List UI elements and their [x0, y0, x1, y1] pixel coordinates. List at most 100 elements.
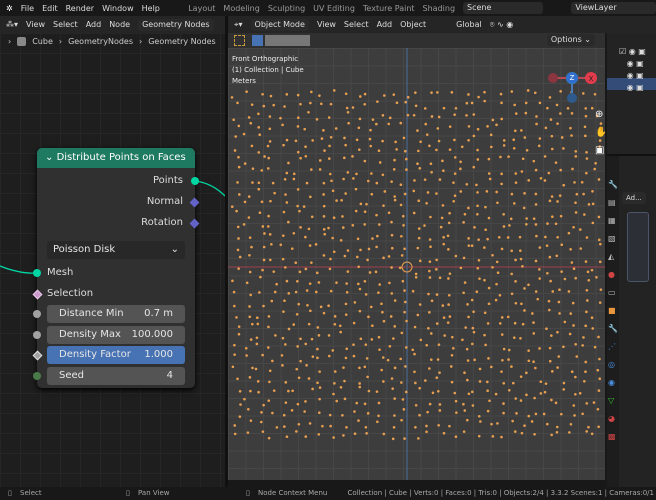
snap-icon[interactable]: ⌾ ∿ ◉	[490, 20, 514, 30]
point	[364, 293, 368, 296]
point	[512, 146, 516, 150]
point	[460, 145, 464, 149]
point	[484, 205, 487, 209]
point	[299, 337, 302, 341]
point	[487, 172, 491, 175]
point	[263, 232, 266, 235]
point	[346, 110, 350, 114]
select-mode-new-icon[interactable]	[252, 35, 263, 46]
point	[248, 236, 252, 239]
workspace-tab-uv-editing[interactable]: UV Editing	[313, 4, 355, 13]
point	[473, 226, 476, 229]
point	[499, 155, 502, 159]
point	[255, 316, 259, 320]
point	[597, 215, 601, 219]
point	[271, 359, 274, 363]
point	[401, 279, 405, 283]
modifier-panel[interactable]	[627, 212, 649, 282]
properties-dropdown[interactable]: Ad...	[622, 192, 646, 204]
point	[363, 279, 367, 283]
point	[533, 433, 536, 436]
viewport-editor-type-icon[interactable]: ⌖▾	[234, 20, 243, 30]
point	[414, 91, 417, 94]
distribute-points-node[interactable]: ⌄ Distribute Points on Faces Points Norm…	[32, 148, 200, 388]
point	[476, 148, 479, 152]
seed-socket[interactable]	[33, 372, 41, 380]
select-tool-icon[interactable]	[234, 35, 245, 46]
point	[342, 434, 345, 437]
mouse-left-icon: ▯	[8, 489, 12, 497]
properties-tabs[interactable]: 🔧 ▤ ▦ ▧ ◭ ● ▭ ■ 🔧 ⋰ ◎ ◉ ▽ ◕ ▩	[607, 156, 619, 487]
point	[441, 204, 445, 207]
point	[290, 247, 294, 250]
seed-field[interactable]: Seed 4	[47, 367, 185, 385]
points-socket[interactable]	[191, 177, 199, 185]
scene-selector[interactable]: Scene	[463, 2, 544, 14]
point	[534, 192, 538, 196]
point	[520, 129, 523, 132]
point	[249, 389, 252, 393]
point	[572, 225, 575, 229]
density-max-socket[interactable]	[33, 331, 41, 339]
point	[387, 255, 391, 258]
node-header[interactable]: ⌄ Distribute Points on Faces	[37, 148, 195, 168]
point	[235, 209, 238, 213]
point	[352, 177, 355, 180]
point	[296, 279, 299, 283]
point	[447, 221, 451, 225]
point	[406, 113, 410, 117]
distance-min-field[interactable]: Distance Min 0.7 m	[47, 305, 185, 323]
point	[462, 256, 466, 260]
point	[284, 401, 288, 404]
select-mode-icons[interactable]	[265, 35, 310, 46]
point	[568, 431, 571, 434]
mesh-socket[interactable]	[33, 269, 41, 277]
point	[580, 180, 584, 184]
point	[495, 260, 499, 264]
gizmo-z[interactable]: Z	[566, 72, 578, 84]
point	[485, 190, 489, 193]
point	[332, 89, 336, 92]
vp-menu-select[interactable]: Select	[344, 20, 369, 29]
workspace-tab-shading[interactable]: Shading	[423, 4, 456, 13]
chevron-down-icon: ⌄	[170, 244, 179, 255]
workspace-tab-modeling[interactable]: Modeling	[223, 4, 259, 13]
point	[477, 414, 481, 418]
point	[297, 302, 300, 306]
point	[299, 102, 302, 106]
point	[548, 255, 552, 259]
point	[510, 192, 514, 196]
outliner-visibility-icons[interactable]: ☑ ◉ ▣ ◉ ▣ ◉ ▣ ◉ ▣	[619, 46, 646, 94]
point	[271, 181, 275, 185]
point	[508, 224, 511, 227]
distribute-method-dropdown[interactable]: Poisson Disk ⌄	[47, 241, 185, 259]
point	[519, 336, 522, 340]
point	[585, 288, 589, 292]
point	[442, 236, 445, 239]
distance-min-socket[interactable]	[33, 310, 41, 318]
vp-menu-object[interactable]: Object	[400, 20, 426, 29]
point	[429, 215, 432, 219]
point	[268, 140, 272, 143]
view-layer-selector[interactable]: ViewLayer	[571, 2, 656, 14]
vp-menu-add[interactable]: Add	[377, 20, 393, 29]
workspace-tab-texture-paint[interactable]: Texture Paint	[363, 4, 415, 13]
input-selection-label: Selection	[47, 288, 94, 299]
options-dropdown[interactable]: Options ⌄	[546, 34, 595, 46]
point	[308, 244, 312, 247]
mode-selector[interactable]: Object Mode	[250, 18, 309, 31]
point	[531, 312, 534, 315]
point	[526, 89, 530, 92]
point	[261, 92, 264, 96]
point	[400, 234, 403, 238]
point	[377, 335, 381, 339]
point	[520, 170, 524, 173]
orientation-selector[interactable]: Global	[456, 20, 482, 29]
point	[590, 268, 594, 272]
density-max-field[interactable]: Density Max 100.000	[47, 326, 185, 344]
point	[283, 425, 286, 428]
density-factor-field[interactable]: Density Factor 1.000	[47, 346, 185, 364]
vp-menu-view[interactable]: View	[317, 20, 336, 29]
point	[497, 235, 501, 239]
workspace-tab-sculpting[interactable]: Sculpting	[268, 4, 305, 13]
